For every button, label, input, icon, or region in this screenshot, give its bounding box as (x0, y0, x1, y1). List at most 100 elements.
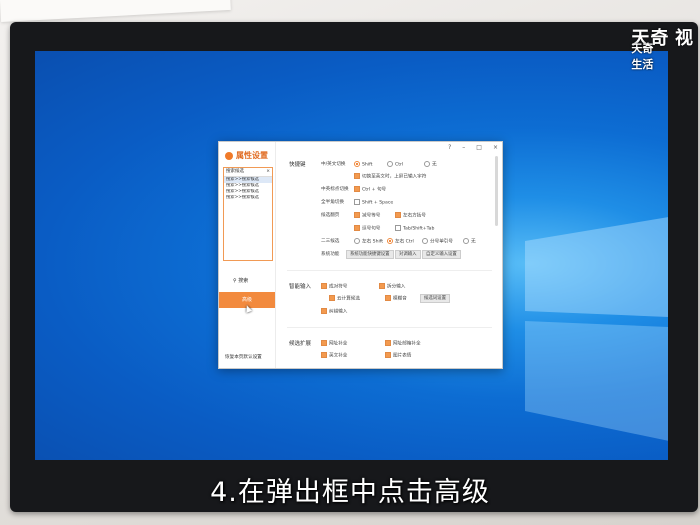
radio-shift[interactable]: Shift (354, 161, 372, 168)
checkbox-minus-equal[interactable]: 减号等号 (354, 212, 380, 219)
section-title-assist: 智能输入 (289, 284, 312, 290)
radio-label: 无 (432, 162, 437, 168)
sidebar-item-search[interactable]: ⚲ 搜索 (233, 277, 248, 284)
custom-input-button[interactable]: 自定义输入设置 (422, 250, 461, 259)
candidate-settings-button[interactable]: 候选词设置 (420, 294, 450, 303)
checkbox-fuzzy-input[interactable]: 拆分输入 (379, 283, 405, 290)
label-system: 系统功能 (321, 252, 340, 257)
radio-none-2[interactable]: 无 (463, 238, 476, 245)
checkbox-icon (354, 212, 360, 218)
help-icon[interactable]: ? (448, 144, 451, 151)
checkbox-smart-bracket[interactable]: 成对符号 (321, 283, 347, 290)
window-controls: ? – □ × (448, 144, 498, 151)
checkbox-label: 左右方括号 (403, 213, 426, 219)
checkbox-icon (385, 352, 391, 358)
checkbox-icon (321, 340, 327, 346)
checkbox-label: 切换至英文时，上屏已输入字符 (362, 174, 427, 180)
radio-ctrl[interactable]: Ctrl (387, 161, 403, 168)
scrollbar[interactable] (495, 156, 498, 226)
radio-label: 左右 Shift (362, 239, 384, 245)
checkbox-auto-correct[interactable]: 纠错输入 (321, 308, 347, 315)
radio-label: 分号单引号 (430, 239, 453, 245)
checkbox-label: 拆分输入 (387, 284, 406, 290)
checkbox-more[interactable]: 英文补全 (321, 352, 347, 359)
radio-lr-shift[interactable]: 左右 Shift (354, 238, 383, 245)
label-page: 候选翻页 (321, 213, 340, 218)
sidebar: 属性设置 搜索候选 × 搜索>>搜索候选 搜索>>搜索候选 搜索>>搜索候选 搜… (219, 142, 276, 368)
radio-none[interactable]: 无 (424, 161, 437, 168)
checkbox-label: 减号等号 (362, 213, 381, 219)
sogou-logo-icon (225, 151, 233, 160)
restore-defaults-link[interactable]: 恢复本页默认设置 (225, 354, 262, 360)
radio-label: 无 (471, 239, 476, 245)
brand-tail: 视 (675, 28, 694, 49)
checkbox-icon (354, 225, 360, 231)
list-item[interactable]: 搜索>>搜索候选 (224, 195, 272, 201)
checkbox-hint[interactable]: 网址邮箱补全 (385, 340, 421, 347)
checkbox-icon (354, 199, 360, 205)
search-box-header-text: 搜索候选 (226, 169, 244, 174)
radio-label: Shift (362, 162, 373, 168)
checkbox-label: 成对符号 (329, 284, 348, 290)
brand-sub: 天奇生活 (631, 42, 654, 71)
checkbox-pic[interactable]: 图片表情 (385, 352, 411, 359)
checkbox-switch-note[interactable]: 切换至英文时，上屏已输入字符 (354, 173, 426, 180)
radio-semicolon[interactable]: 分号单引号 (422, 238, 453, 245)
section-title-expand: 候选扩展 (289, 341, 312, 347)
checkbox-label: 网址补全 (329, 341, 348, 347)
checkbox-label: 英文补全 (329, 353, 348, 359)
property-settings-dialog: ? – □ × 属性设置 搜索候选 × 搜索>>搜索候选 搜索>>搜索候选 搜索… (218, 141, 503, 369)
checkbox-label: 逗号句号 (362, 226, 381, 232)
checkbox-fuzzy[interactable]: 模糊音 (385, 295, 407, 302)
checkbox-icon (329, 295, 335, 301)
checkbox-icon (379, 283, 385, 289)
system-buttons: 系统功能快捷键设置 对调输入 自定义输入设置 (346, 250, 461, 259)
checkbox-label: 网址邮箱补全 (393, 341, 421, 347)
checkbox-word-expand[interactable]: 网址补全 (321, 340, 347, 347)
minimize-icon[interactable]: – (462, 144, 465, 151)
checkbox-icon (321, 308, 327, 314)
radio-icon (387, 161, 393, 167)
checkbox-label: Tab/Shift+Tab (403, 226, 435, 232)
swap-input-button[interactable]: 对调输入 (395, 250, 421, 259)
checkbox-icon (395, 225, 401, 231)
radio-label: Ctrl (395, 162, 404, 168)
checkbox-comma-period[interactable]: 逗号句号 (354, 225, 380, 232)
radio-icon (354, 238, 360, 244)
radio-icon (424, 161, 430, 167)
search-icon: ⚲ (233, 278, 237, 284)
checkbox-icon (354, 186, 360, 192)
checkbox-label: Shift + Space (362, 200, 394, 206)
dialog-title: 属性设置 (236, 151, 268, 160)
radio-label: 左右 Ctrl (395, 239, 414, 245)
checkbox-icon (395, 212, 401, 218)
radio-lr-ctrl[interactable]: 左右 Ctrl (387, 238, 414, 245)
checkbox-icon (354, 173, 360, 179)
label-punct: 中英标点切换 (321, 187, 349, 192)
radio-icon (463, 238, 469, 244)
close-icon[interactable]: × (493, 144, 498, 151)
divider (287, 327, 492, 328)
checkbox-cloud[interactable]: 云计算候选 (329, 295, 360, 302)
search-candidate-box[interactable]: 搜索候选 × 搜索>>搜索候选 搜索>>搜索候选 搜索>>搜索候选 搜索>>搜索… (223, 167, 273, 261)
section-title-shortcuts: 快捷键 (289, 162, 306, 168)
checkbox-ctrl-dot[interactable]: Ctrl + 句号 (354, 186, 386, 193)
sidebar-item-label: 高级 (241, 297, 252, 303)
label-cn-en: 中/英文切换 (321, 162, 346, 167)
clear-icon[interactable]: × (266, 168, 270, 176)
checkbox-icon (321, 283, 327, 289)
checkbox-icon (385, 295, 391, 301)
checkbox-tab-shift[interactable]: Tab/Shift+Tab (395, 225, 434, 232)
checkbox-shift-space[interactable]: Shift + Space (354, 199, 393, 206)
radio-icon (354, 161, 360, 167)
search-box-header: 搜索候选 × (224, 168, 272, 177)
checkbox-brackets[interactable]: 左右方括号 (395, 212, 426, 219)
system-shortcut-button[interactable]: 系统功能快捷键设置 (346, 250, 394, 259)
checkbox-label: 图片表情 (393, 353, 412, 359)
watermark-brand: 天奇 视 天奇生活 (631, 24, 694, 71)
checkbox-icon (385, 340, 391, 346)
maximize-icon[interactable]: □ (476, 144, 482, 151)
label-second-third: 二三候选 (321, 239, 340, 244)
video-subtitle: 4.在弹出框中点击高级 (210, 477, 490, 508)
dialog-logo: 属性设置 (225, 150, 268, 161)
